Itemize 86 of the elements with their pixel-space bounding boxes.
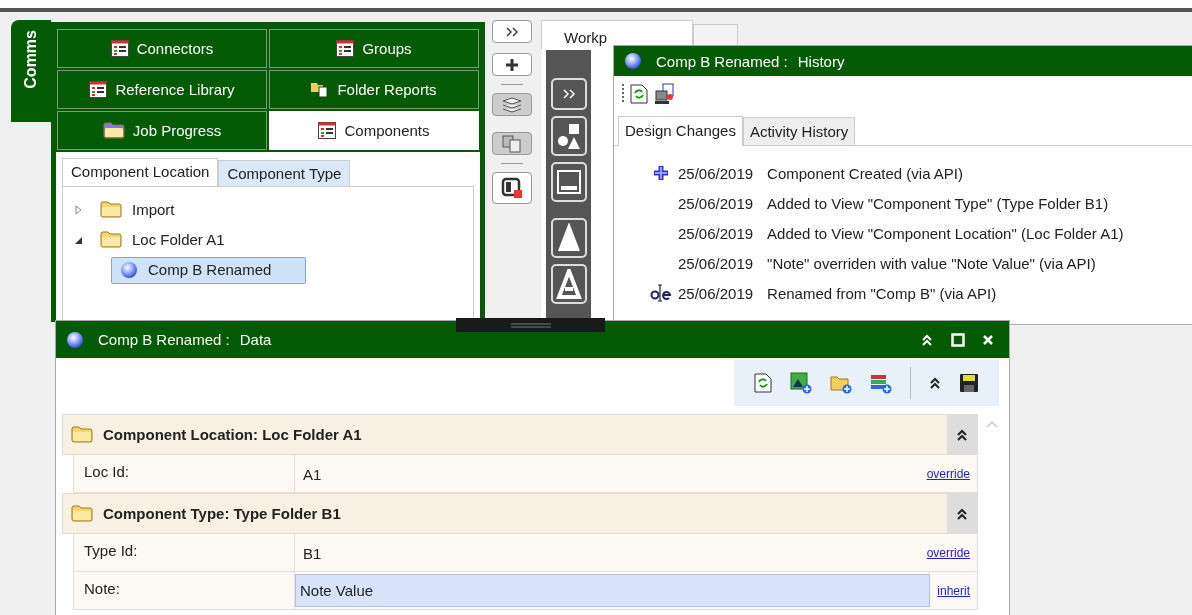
books-add-icon[interactable] bbox=[870, 372, 892, 394]
computers-icon[interactable] bbox=[654, 83, 676, 105]
collapse-all-icon bbox=[929, 377, 941, 389]
splitter-handle[interactable] bbox=[456, 318, 605, 332]
list-icon bbox=[89, 81, 108, 98]
window-subtitle: History bbox=[797, 52, 845, 70]
folder-icon bbox=[100, 201, 122, 218]
section-header[interactable]: Component Location: Loc Folder A1 bbox=[62, 414, 978, 455]
field-label: Type Id: bbox=[74, 534, 295, 571]
plus-icon bbox=[652, 164, 670, 182]
folder-report-icon bbox=[311, 81, 330, 98]
double-chevron-icon bbox=[505, 25, 519, 38]
window-title: Comp B Renamed : bbox=[656, 52, 788, 70]
side-tab[interactable]: Comms bbox=[11, 20, 51, 122]
section-header[interactable]: Component Type: Type Folder B1 bbox=[62, 493, 978, 534]
display-button[interactable] bbox=[550, 162, 587, 202]
workspace-tab[interactable]: Workp bbox=[541, 20, 693, 50]
tree-item[interactable]: Comp B Renamed bbox=[111, 256, 307, 284]
field-label: Loc Id: bbox=[74, 455, 295, 492]
note-field[interactable]: Note Value bbox=[295, 574, 931, 607]
history-tab[interactable]: Design Changes bbox=[618, 116, 743, 146]
field-action-link[interactable]: override bbox=[919, 466, 977, 481]
field-value: A1 bbox=[303, 466, 322, 485]
list-icon bbox=[336, 40, 355, 57]
panel-tab[interactable]: Folder Reports bbox=[269, 70, 479, 109]
maximize-icon[interactable] bbox=[951, 332, 965, 347]
refresh-document-icon[interactable] bbox=[630, 84, 648, 104]
entry-date: 25/06/2019 bbox=[678, 164, 754, 182]
shapes-icon bbox=[555, 122, 582, 150]
plus-icon bbox=[505, 57, 519, 72]
collapse-icon bbox=[921, 333, 933, 346]
expand-button[interactable] bbox=[492, 20, 532, 43]
folder-icon bbox=[100, 231, 122, 248]
triangle-button[interactable] bbox=[550, 264, 587, 304]
double-chevron-icon bbox=[561, 88, 576, 100]
documents-button[interactable] bbox=[492, 132, 532, 155]
globe-icon bbox=[66, 330, 84, 349]
folder-icon bbox=[71, 505, 93, 522]
list-icon bbox=[318, 122, 337, 139]
monitor-icon bbox=[555, 169, 582, 195]
collapsed-arrow-icon[interactable] bbox=[73, 205, 83, 215]
entry-text: Component Created (via API) bbox=[767, 164, 963, 182]
entry-date: 25/06/2019 bbox=[678, 254, 754, 272]
view-tab[interactable]: Component Type bbox=[218, 160, 351, 186]
folder-icon bbox=[102, 122, 125, 139]
entry-date: 25/06/2019 bbox=[678, 224, 754, 242]
folder-icon bbox=[71, 426, 93, 443]
document-save-icon bbox=[501, 177, 523, 199]
expanded-arrow-icon[interactable] bbox=[73, 235, 83, 245]
documents-icon bbox=[502, 134, 522, 153]
add-button[interactable] bbox=[492, 53, 532, 76]
collapse-icon bbox=[956, 428, 968, 441]
entry-text: Added to View "Component Location" (Loc Folder A1) bbox=[767, 224, 1124, 242]
collapse-button[interactable] bbox=[947, 415, 977, 454]
close-icon[interactable] bbox=[983, 334, 993, 345]
component-icon bbox=[120, 260, 138, 279]
entry-text: Renamed from "Comp B" (via API) bbox=[767, 284, 997, 302]
entry-date: 25/06/2019 bbox=[678, 194, 754, 212]
entry-date: 25/06/2019 bbox=[678, 284, 754, 302]
field-action-link[interactable]: override bbox=[919, 545, 977, 560]
history-tab[interactable]: Activity History bbox=[742, 117, 856, 145]
window-subtitle: Data bbox=[239, 331, 272, 348]
panel-tab[interactable]: Job Progress bbox=[57, 111, 267, 150]
panel-tab[interactable]: Groups bbox=[269, 29, 479, 68]
tree-item[interactable]: Loc Folder A1 bbox=[91, 227, 234, 253]
collapse-icon bbox=[956, 507, 968, 520]
panel-tab[interactable]: Reference Library bbox=[57, 70, 267, 109]
field-action-link[interactable]: inherit bbox=[930, 583, 977, 598]
refresh-document-icon[interactable] bbox=[754, 373, 772, 393]
entry-text: "Note" overriden with value "Note Value" (via API) bbox=[767, 254, 1096, 272]
image-add-icon[interactable] bbox=[790, 372, 812, 394]
field-value: B1 bbox=[303, 545, 322, 564]
rename-icon bbox=[650, 284, 672, 302]
view-tab[interactable]: Component Location bbox=[62, 158, 219, 186]
globe-icon bbox=[624, 52, 642, 70]
save-document-button[interactable] bbox=[492, 172, 532, 204]
tree-item[interactable]: Import bbox=[91, 197, 184, 223]
panel-tab[interactable]: Components bbox=[269, 111, 479, 150]
list-icon bbox=[110, 40, 129, 57]
triangle-icon bbox=[555, 269, 582, 299]
save-icon[interactable] bbox=[959, 373, 979, 393]
entry-text: Added to View "Component Type" (Type Folder B1) bbox=[767, 194, 1109, 212]
shapes-button[interactable] bbox=[550, 116, 587, 156]
panel-tab[interactable]: Connectors bbox=[57, 29, 267, 68]
window-title: Comp B Renamed : bbox=[98, 331, 230, 348]
collapse-button[interactable] bbox=[947, 494, 977, 533]
